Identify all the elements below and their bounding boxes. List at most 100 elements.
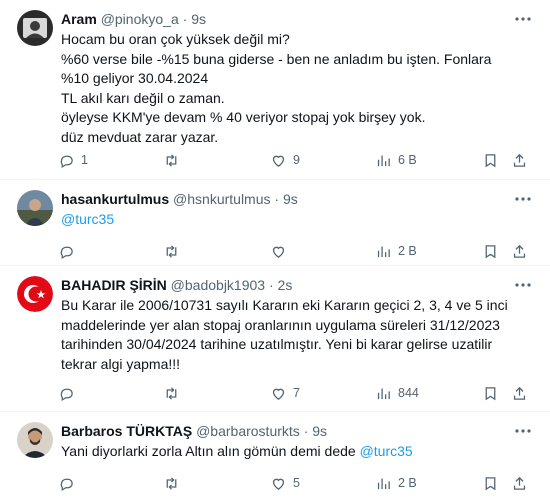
like-icon xyxy=(272,155,285,167)
bookmark-icon xyxy=(485,386,496,400)
views-icon xyxy=(377,388,390,399)
tweet[interactable]: Barbaros TÜRKTAŞ @barbarosturkts · 9s Ya… xyxy=(0,412,550,504)
bookmark-button[interactable] xyxy=(482,241,499,261)
view-count: 2 B xyxy=(398,476,417,490)
like-button[interactable]: 5 xyxy=(270,473,300,493)
separator-dot: · xyxy=(182,11,188,27)
reply-icon xyxy=(60,478,73,491)
timestamp[interactable]: 9s xyxy=(283,191,298,207)
reply-button[interactable]: 1 xyxy=(58,150,88,170)
more-icon[interactable] xyxy=(513,276,533,294)
reply-icon xyxy=(60,155,73,168)
share-button[interactable] xyxy=(511,241,528,261)
tweet-actions: 2 B xyxy=(58,241,528,261)
separator-dot: · xyxy=(274,191,280,207)
tweet-text: Hocam bu oran çok yüksek değil mi? %60 v… xyxy=(61,30,531,147)
reply-button[interactable] xyxy=(58,383,81,403)
views-button[interactable]: 6 B xyxy=(375,150,417,170)
display-name[interactable]: BAHADIR ŞİRİN xyxy=(61,277,167,293)
user-handle[interactable]: @hsnkurtulmus xyxy=(173,191,270,207)
share-icon xyxy=(513,153,526,167)
tweet-text: @turc35 xyxy=(61,210,531,230)
tweet-text-line: Hocam bu oran çok yüksek değil mi? xyxy=(61,31,290,47)
like-button[interactable]: 7 xyxy=(270,383,300,403)
avatar[interactable] xyxy=(17,276,53,312)
share-button[interactable] xyxy=(511,473,528,493)
share-icon xyxy=(513,244,526,258)
retweet-button[interactable] xyxy=(163,241,186,261)
tweet-text-content: Yani diyorlarki zorla Altın alın gömün d… xyxy=(61,443,360,459)
tweet-text: Yani diyorlarki zorla Altın alın gömün d… xyxy=(61,442,531,462)
bookmark-button[interactable] xyxy=(482,150,499,170)
avatar[interactable] xyxy=(17,190,53,226)
share-icon xyxy=(513,386,526,400)
like-count: 9 xyxy=(293,153,300,167)
reply-icon xyxy=(60,388,73,401)
tweet-header: Aram @pinokyo_a · 9s xyxy=(61,10,206,28)
tweet[interactable]: hasankurtulmus @hsnkurtulmus · 9s @turc3… xyxy=(0,180,550,266)
reply-button[interactable] xyxy=(58,241,81,261)
bookmark-icon xyxy=(485,153,496,167)
mention-link[interactable]: @turc35 xyxy=(360,443,413,459)
retweet-button[interactable] xyxy=(163,150,186,170)
share-icon xyxy=(513,476,526,490)
display-name[interactable]: Barbaros TÜRKTAŞ xyxy=(61,423,192,439)
like-button[interactable] xyxy=(270,241,293,261)
views-icon xyxy=(377,478,390,489)
tweet-actions: 1 9 6 B xyxy=(58,150,528,170)
tweet-header: hasankurtulmus @hsnkurtulmus · 9s xyxy=(61,190,298,208)
tweet-text-line: %10 geliyor 30.04.2024 xyxy=(61,70,209,86)
tweet-text-line: tekrar algi yapma!!! xyxy=(61,355,181,372)
retweet-icon xyxy=(166,386,177,400)
separator-dot: · xyxy=(268,277,274,293)
more-icon[interactable] xyxy=(513,10,533,28)
share-button[interactable] xyxy=(511,383,528,403)
display-name[interactable]: Aram xyxy=(61,11,97,27)
retweet-icon xyxy=(166,153,177,167)
separator-dot: · xyxy=(303,423,309,439)
more-icon[interactable] xyxy=(513,190,533,208)
more-icon[interactable] xyxy=(513,422,533,440)
tweet-text-line: maddelerinde yer alan stopaj oranlarının… xyxy=(61,316,500,333)
views-button[interactable]: 2 B xyxy=(375,473,417,493)
tweet-text: Bu Karar ile 2006/10731 sayılı Kararın e… xyxy=(61,296,531,374)
tweet-header: BAHADIR ŞİRİN @badobjk1903 · 2s xyxy=(61,276,292,294)
user-handle[interactable]: @pinokyo_a xyxy=(101,11,179,27)
views-icon xyxy=(377,246,390,257)
views-button[interactable]: 2 B xyxy=(375,241,417,261)
avatar[interactable] xyxy=(17,422,53,458)
share-button[interactable] xyxy=(511,150,528,170)
tweet[interactable]: BAHADIR ŞİRİN @badobjk1903 · 2s Bu Karar… xyxy=(0,266,550,412)
like-count: 5 xyxy=(293,476,300,490)
view-count: 6 B xyxy=(398,153,417,167)
timestamp[interactable]: 9s xyxy=(312,423,327,439)
tweet-text-line: TL akıl karı değil o zaman. xyxy=(61,89,225,106)
timeline: Aram @pinokyo_a · 9s Hocam bu oran çok y… xyxy=(0,0,550,504)
retweet-icon xyxy=(166,244,177,258)
avatar[interactable] xyxy=(17,10,53,46)
tweet-text-line: Yani diyorlarki zorla Altın alın gömün d… xyxy=(61,442,531,462)
view-count: 844 xyxy=(398,386,419,400)
bookmark-icon xyxy=(485,244,496,258)
tweet-text-line: öyleyse KKM'ye devam % 40 veriyor stopaj… xyxy=(61,109,426,125)
bookmark-button[interactable] xyxy=(482,473,499,493)
mention-link[interactable]: @turc35 xyxy=(61,210,531,230)
reply-button[interactable] xyxy=(58,473,81,493)
bookmark-button[interactable] xyxy=(482,383,499,403)
tweet[interactable]: Aram @pinokyo_a · 9s Hocam bu oran çok y… xyxy=(0,0,550,180)
timestamp[interactable]: 9s xyxy=(191,11,206,27)
like-count: 7 xyxy=(293,386,300,400)
timestamp[interactable]: 2s xyxy=(278,277,293,293)
display-name[interactable]: hasankurtulmus xyxy=(61,191,169,207)
views-icon xyxy=(377,155,390,166)
retweet-button[interactable] xyxy=(163,383,186,403)
user-handle[interactable]: @badobjk1903 xyxy=(171,277,265,293)
tweet-actions: 5 2 B xyxy=(58,473,528,493)
tweet-header: Barbaros TÜRKTAŞ @barbarosturkts · 9s xyxy=(61,422,327,440)
user-handle[interactable]: @barbarosturkts xyxy=(196,423,300,439)
views-button[interactable]: 844 xyxy=(375,383,419,403)
reply-icon xyxy=(60,246,73,259)
reply-count: 1 xyxy=(81,153,88,167)
like-button[interactable]: 9 xyxy=(270,150,300,170)
retweet-button[interactable] xyxy=(163,473,186,493)
